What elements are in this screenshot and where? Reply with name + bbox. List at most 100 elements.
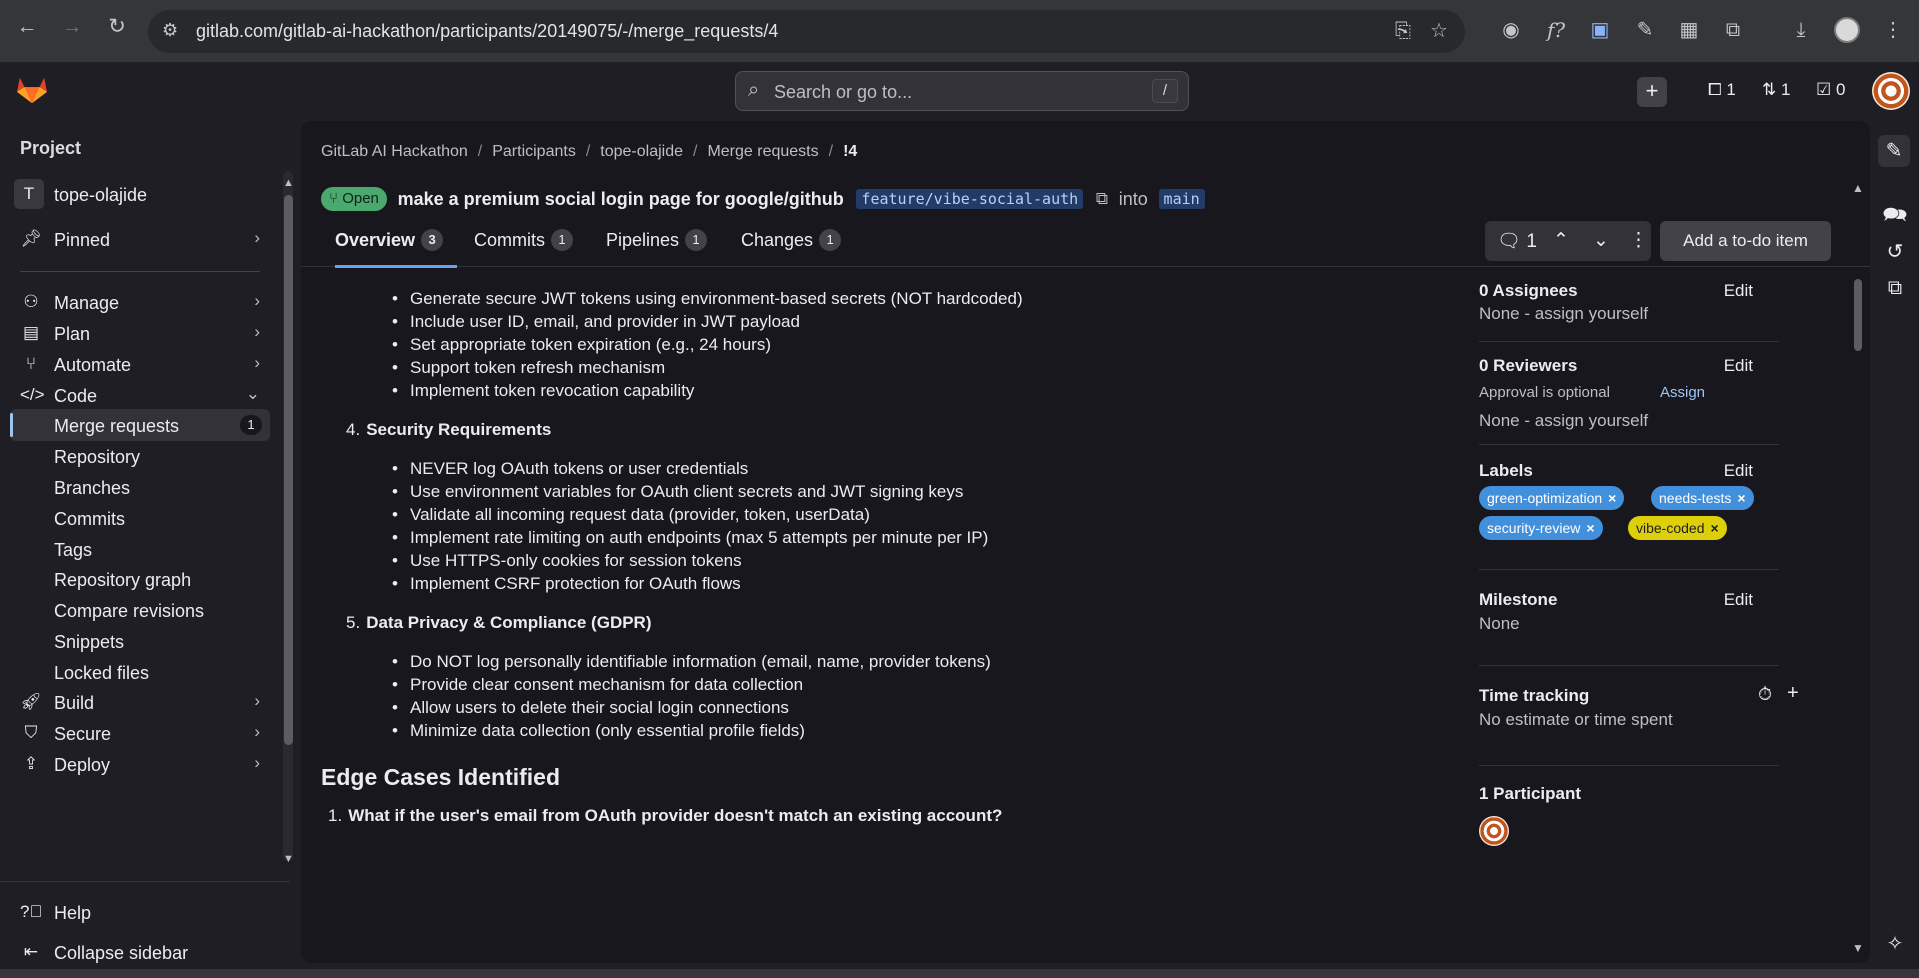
assignees-value[interactable]: None - assign yourself — [1479, 304, 1648, 324]
automate-icon: ⑂ — [25, 354, 37, 373]
eyedropper-extension-icon[interactable]: ✎ — [1630, 15, 1660, 45]
avatar[interactable] — [1479, 816, 1509, 846]
scroll-down-arrow-icon[interactable]: ▼ — [283, 853, 294, 865]
sidebar-item-deploy[interactable]: ⇪ Deploy › — [10, 748, 270, 780]
camera-extension-icon[interactable]: ◉ — [1496, 15, 1526, 45]
qr-extension-icon[interactable]: ▦ — [1674, 15, 1704, 45]
remove-label-icon[interactable]: × — [1737, 490, 1745, 506]
help-button[interactable]: ?⃝ Help — [10, 896, 270, 928]
search-input[interactable]: ⌕ Search or go to... / — [735, 71, 1189, 111]
scroll-up-arrow-icon[interactable]: ▲ — [283, 177, 294, 189]
reviewers-edit-button[interactable]: Edit — [1724, 356, 1753, 376]
collapse-icon: ⇤ — [23, 942, 39, 961]
sidebar-item-branches[interactable]: Branches — [10, 471, 270, 503]
right-rail: ✎ 🗪︎ ↺ ⧉ ✧ — [1870, 119, 1919, 978]
assignees-edit-button[interactable]: Edit — [1724, 281, 1753, 301]
breadcrumb-project[interactable]: tope-olajide — [600, 143, 683, 160]
copy-icon[interactable]: ⧉ — [1096, 189, 1108, 209]
breadcrumb: GitLab AI Hackathon / Participants / tope-ol… — [321, 143, 858, 160]
breadcrumb-group[interactable]: GitLab AI Hackathon — [321, 143, 468, 160]
sidebar-item-repository[interactable]: Repository — [10, 440, 270, 472]
add-comment-icon[interactable]: 🗪︎ — [1882, 200, 1908, 226]
sidebar-item-automate[interactable]: ⑂ Automate › — [10, 348, 270, 380]
reload-icon[interactable]: ↻ — [102, 12, 132, 42]
sidebar-item-locked-files[interactable]: Locked files — [10, 656, 270, 688]
next-unresolved-button[interactable]: ⌄ — [1593, 229, 1609, 252]
sidebar-scrollbar-thumb[interactable] — [284, 195, 293, 745]
sidebar-item-build[interactable]: 🚀︎ Build › — [10, 686, 270, 718]
forward-icon[interactable]: → — [57, 12, 87, 42]
user-avatar[interactable] — [1872, 72, 1910, 110]
breadcrumb-participants[interactable]: Participants — [492, 143, 576, 160]
tab-commits[interactable]: Commits 1 — [474, 229, 573, 251]
downloads-icon[interactable]: ⤓ — [1786, 15, 1816, 45]
add-todo-button[interactable]: Add a to-do item — [1660, 221, 1831, 261]
label-chip[interactable]: security-review × — [1479, 516, 1603, 540]
browser-profile-avatar[interactable] — [1834, 17, 1860, 43]
label-chip[interactable]: green-optimization × — [1479, 486, 1625, 510]
sidebar-item-commits[interactable]: Commits — [10, 502, 270, 534]
duo-icon[interactable]: ✧ — [1882, 931, 1908, 957]
chevron-right-icon: › — [254, 291, 260, 310]
install-app-icon[interactable]: ⎘ — [1388, 16, 1418, 46]
reviewers-value[interactable]: None - assign yourself — [1479, 411, 1648, 431]
list-item: Include user ID, email, and provider in … — [392, 312, 800, 332]
bookmark-star-icon[interactable]: ☆ — [1424, 16, 1454, 46]
back-icon[interactable]: ← — [12, 12, 42, 42]
chevron-right-icon: › — [254, 228, 260, 247]
breadcrumb-merge-requests[interactable]: Merge requests — [707, 143, 818, 160]
history-icon[interactable]: ↺ — [1882, 239, 1908, 265]
remove-label-icon[interactable]: × — [1586, 520, 1594, 536]
todo-count[interactable]: ☑ 0 — [1816, 80, 1845, 100]
label-chip[interactable]: needs-tests × — [1651, 486, 1754, 510]
plus-icon[interactable]: + — [1787, 682, 1799, 705]
sidebar-item-plan[interactable]: ▤ Plan › — [10, 317, 270, 349]
sidebar-item-snippets[interactable]: Snippets — [10, 625, 270, 657]
source-branch[interactable]: feature/vibe-social-auth — [856, 189, 1084, 209]
assign-link[interactable]: Assign — [1660, 384, 1705, 401]
tab-changes[interactable]: Changes 1 — [741, 229, 842, 251]
gitlab-logo-icon[interactable] — [15, 74, 49, 104]
extensions-puzzle-icon[interactable]: ⧉ — [1718, 15, 1748, 45]
project-avatar: T — [14, 179, 44, 209]
sidebar-item-repository-graph[interactable]: Repository graph — [10, 563, 270, 595]
link-icon[interactable]: ⧉ — [1882, 277, 1908, 303]
screen-extension-icon[interactable]: ▣ — [1585, 15, 1615, 45]
remove-label-icon[interactable]: × — [1608, 490, 1616, 506]
remove-label-icon[interactable]: × — [1711, 520, 1719, 536]
merge-requests-count[interactable]: ⧠ 1 — [1708, 80, 1736, 100]
sidebar-item-secure[interactable]: ⛉ Secure › — [10, 717, 270, 749]
tab-pipelines[interactable]: Pipelines 1 — [606, 229, 708, 251]
todo-icon: ☑ — [1816, 80, 1832, 99]
breadcrumb-current[interactable]: !4 — [843, 143, 857, 160]
site-info-icon[interactable]: ⚙ — [162, 20, 178, 41]
edit-icon[interactable]: ✎ — [1878, 135, 1910, 167]
sidebar-item-manage[interactable]: ⚇ Manage › — [10, 286, 270, 318]
scroll-down-arrow-icon[interactable]: ▼ — [1852, 941, 1864, 955]
milestone-edit-button[interactable]: Edit — [1724, 590, 1753, 610]
stopwatch-icon[interactable]: ⏱︎ — [1758, 684, 1772, 705]
sidebar-item-merge-requests[interactable]: Merge requests 1 — [10, 409, 270, 441]
tab-overview[interactable]: Overview 3 — [335, 229, 444, 251]
label-chip[interactable]: vibe-coded × — [1628, 516, 1727, 540]
project-switcher[interactable]: T tope-olajide — [14, 179, 274, 211]
more-actions-button[interactable]: ⋮ — [1629, 229, 1648, 252]
review-requests-count[interactable]: ⇅ 1 — [1762, 80, 1790, 100]
create-new-button[interactable]: + — [1637, 77, 1667, 107]
address-bar[interactable]: ⚙ gitlab.com/gitlab-ai-hackathon/partici… — [148, 10, 1465, 53]
main-scrollbar-thumb[interactable] — [1854, 279, 1862, 351]
sidebar-item-compare-revisions[interactable]: Compare revisions — [10, 594, 270, 626]
deploy-icon: ⇪ — [23, 754, 39, 773]
target-branch[interactable]: main — [1158, 189, 1205, 209]
browser-menu-icon[interactable]: ⋮ — [1878, 15, 1908, 45]
sidebar-item-tags[interactable]: Tags — [10, 533, 270, 565]
sidebar-item-pinned[interactable]: 📌︎ Pinned › — [10, 223, 270, 255]
comments-button[interactable]: 🗨︎ 1 — [1497, 229, 1537, 253]
previous-unresolved-button[interactable]: ⌃ — [1553, 229, 1569, 252]
scroll-up-arrow-icon[interactable]: ▲ — [1852, 181, 1864, 195]
sidebar-item-code[interactable]: </> Code ⌄ — [10, 379, 270, 411]
labels-edit-button[interactable]: Edit — [1724, 461, 1753, 481]
chevron-right-icon: › — [254, 722, 260, 741]
collapse-sidebar-button[interactable]: ⇤ Collapse sidebar — [10, 936, 270, 968]
formula-extension-icon[interactable]: f? — [1541, 15, 1571, 45]
